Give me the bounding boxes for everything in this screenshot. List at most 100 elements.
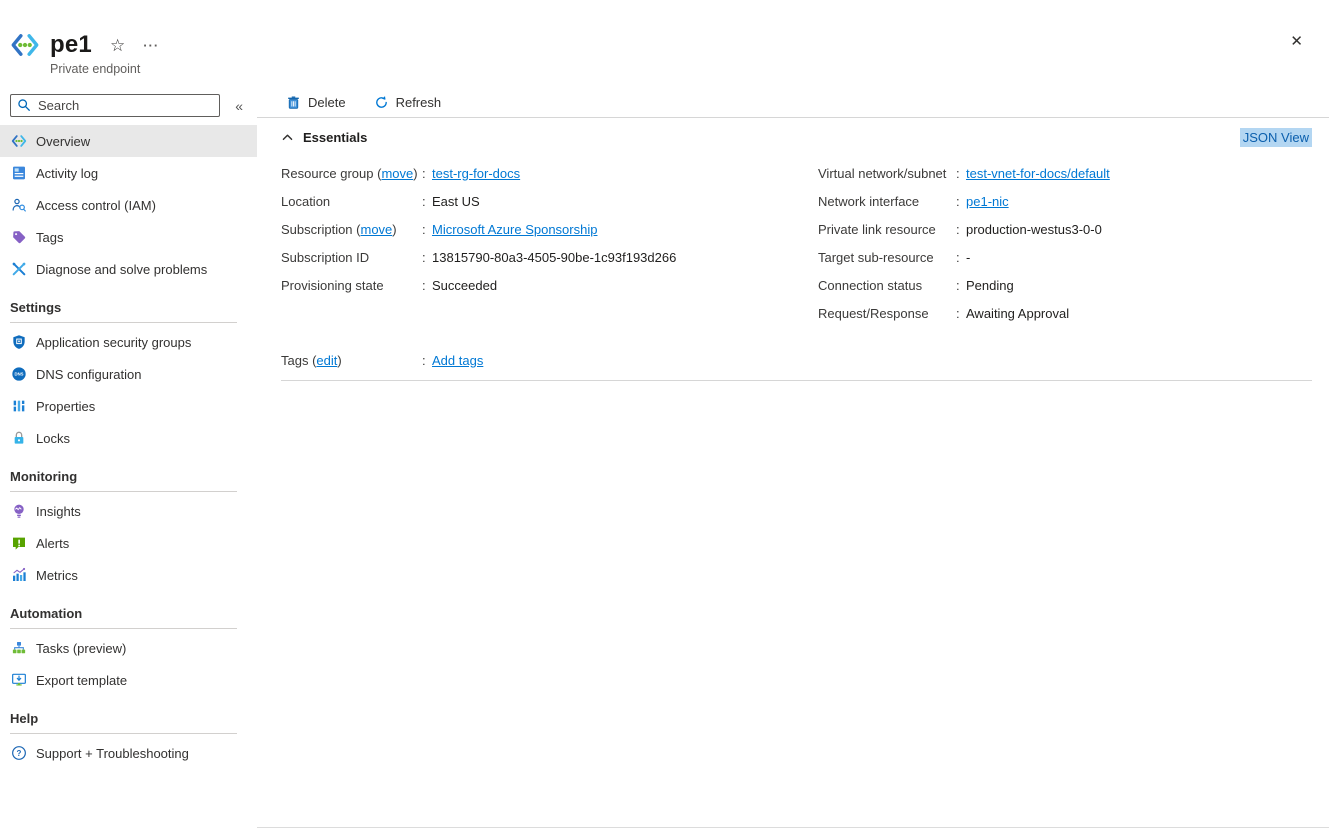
resource-menu: Overview Activity log Access control (IA… bbox=[0, 125, 257, 769]
json-view-link[interactable]: JSON View bbox=[1240, 128, 1312, 147]
sidebar-item-support-troubleshooting[interactable]: ? Support + Troubleshooting bbox=[0, 737, 257, 769]
search-input[interactable] bbox=[10, 94, 220, 117]
field-label: Subscription ( bbox=[281, 222, 360, 237]
blade-header: pe1 ☆ ··· Private endpoint ✕ bbox=[0, 0, 1329, 88]
target-sub-resource-value: - bbox=[966, 250, 970, 265]
sidebar-item-label: Insights bbox=[36, 504, 81, 519]
field-subscription: Subscription (move) : Microsoft Azure Sp… bbox=[281, 215, 818, 243]
colon: : bbox=[956, 278, 966, 293]
field-label-suffix: ) bbox=[413, 166, 417, 181]
sidebar-item-properties[interactable]: Properties bbox=[0, 390, 257, 422]
sidebar-item-overview[interactable]: Overview bbox=[0, 125, 257, 157]
sidebar-item-locks[interactable]: Locks bbox=[0, 422, 257, 454]
move-resource-group-link[interactable]: move bbox=[381, 166, 413, 181]
divider bbox=[10, 628, 237, 629]
private-endpoint-icon bbox=[11, 133, 27, 149]
subscription-link[interactable]: Microsoft Azure Sponsorship bbox=[432, 222, 597, 237]
divider bbox=[10, 491, 237, 492]
field-virtual-network-subnet: Virtual network/subnet : test-vnet-for-d… bbox=[818, 159, 1309, 187]
add-tags-link[interactable]: Add tags bbox=[432, 353, 483, 368]
command-bar: Delete Refresh bbox=[257, 88, 1329, 118]
field-resource-group: Resource group (move) : test-rg-for-docs bbox=[281, 159, 818, 187]
svg-text:?: ? bbox=[17, 749, 22, 758]
tag-icon bbox=[11, 229, 27, 245]
resource-menu-sidebar: « Overview Activity log Access control (… bbox=[0, 88, 257, 839]
alert-icon bbox=[11, 535, 27, 551]
field-location: Location : East US bbox=[281, 187, 818, 215]
location-value: East US bbox=[432, 194, 480, 209]
sidebar-item-label: Support + Troubleshooting bbox=[36, 746, 189, 761]
delete-button[interactable]: Delete bbox=[286, 95, 346, 110]
essentials-title: Essentials bbox=[303, 130, 367, 145]
network-interface-link[interactable]: pe1-nic bbox=[966, 194, 1009, 209]
sidebar-item-label: Diagnose and solve problems bbox=[36, 262, 207, 277]
sidebar-item-label: Export template bbox=[36, 673, 127, 688]
section-title-automation: Automation bbox=[0, 591, 257, 628]
sidebar-item-label: Application security groups bbox=[36, 335, 191, 350]
close-icon[interactable]: ✕ bbox=[1290, 32, 1303, 50]
resource-group-link[interactable]: test-rg-for-docs bbox=[432, 166, 520, 181]
sidebar-item-metrics[interactable]: Metrics bbox=[0, 559, 257, 591]
edit-tags-link[interactable]: edit bbox=[316, 353, 337, 368]
subscription-id-value: 13815790-80a3-4505-90be-1c93f193d266 bbox=[432, 250, 676, 265]
colon: : bbox=[422, 166, 432, 181]
field-request-response: Request/Response : Awaiting Approval bbox=[818, 299, 1309, 327]
sidebar-item-label: Tags bbox=[36, 230, 63, 245]
activity-log-icon bbox=[11, 165, 27, 181]
tasks-icon bbox=[11, 640, 27, 656]
sidebar-item-label: Locks bbox=[36, 431, 70, 446]
divider bbox=[281, 380, 1312, 381]
colon: : bbox=[956, 306, 966, 321]
sidebar-item-label: Overview bbox=[36, 134, 90, 149]
colon: : bbox=[422, 222, 432, 237]
sidebar-item-tasks-preview[interactable]: Tasks (preview) bbox=[0, 632, 257, 664]
sidebar-item-label: Access control (IAM) bbox=[36, 198, 156, 213]
colon: : bbox=[956, 194, 966, 209]
chevron-up-icon[interactable] bbox=[281, 131, 294, 144]
field-network-interface: Network interface : pe1-nic bbox=[818, 187, 1309, 215]
field-label: Request/Response bbox=[818, 306, 956, 321]
field-provisioning-state: Provisioning state : Succeeded bbox=[281, 271, 818, 299]
sidebar-item-tags[interactable]: Tags bbox=[0, 221, 257, 253]
divider bbox=[10, 322, 237, 323]
sidebar-item-export-template[interactable]: Export template bbox=[0, 664, 257, 696]
refresh-button-label: Refresh bbox=[396, 95, 442, 110]
sidebar-item-label: DNS configuration bbox=[36, 367, 142, 382]
divider bbox=[257, 827, 1329, 828]
sidebar-item-activity-log[interactable]: Activity log bbox=[0, 157, 257, 189]
vnet-subnet-link[interactable]: test-vnet-for-docs/default bbox=[966, 166, 1110, 181]
sidebar-item-alerts[interactable]: Alerts bbox=[0, 527, 257, 559]
resource-type-subtitle: Private endpoint bbox=[50, 62, 1329, 76]
section-title-settings: Settings bbox=[0, 285, 257, 322]
sidebar-item-application-security-groups[interactable]: Application security groups bbox=[0, 326, 257, 358]
question-icon: ? bbox=[11, 745, 27, 761]
divider bbox=[10, 733, 237, 734]
overview-blade: Delete Refresh Essentials JSON View Reso… bbox=[257, 88, 1329, 839]
field-label: Location bbox=[281, 194, 422, 209]
sidebar-item-insights[interactable]: Insights bbox=[0, 495, 257, 527]
connection-status-value: Pending bbox=[966, 278, 1014, 293]
sidebar-item-diagnose[interactable]: Diagnose and solve problems bbox=[0, 253, 257, 285]
colon: : bbox=[956, 222, 966, 237]
lock-icon bbox=[11, 430, 27, 446]
colon: : bbox=[956, 250, 966, 265]
more-options-icon[interactable]: ··· bbox=[143, 38, 159, 53]
sidebar-item-label: Metrics bbox=[36, 568, 78, 583]
sidebar-item-dns-configuration[interactable]: DNS DNS configuration bbox=[0, 358, 257, 390]
favorite-star-icon[interactable]: ☆ bbox=[110, 37, 125, 54]
sidebar-item-label: Tasks (preview) bbox=[36, 641, 126, 656]
field-subscription-id: Subscription ID : 13815790-80a3-4505-90b… bbox=[281, 243, 818, 271]
colon: : bbox=[422, 250, 432, 265]
refresh-icon bbox=[374, 95, 389, 110]
colon: : bbox=[422, 194, 432, 209]
field-private-link-resource: Private link resource : production-westu… bbox=[818, 215, 1309, 243]
properties-icon bbox=[11, 398, 27, 414]
move-subscription-link[interactable]: move bbox=[360, 222, 392, 237]
collapse-menu-button[interactable]: « bbox=[231, 96, 247, 116]
colon: : bbox=[422, 278, 432, 293]
export-template-icon bbox=[11, 672, 27, 688]
sidebar-item-label: Alerts bbox=[36, 536, 69, 551]
refresh-button[interactable]: Refresh bbox=[374, 95, 442, 110]
access-control-icon bbox=[11, 197, 27, 213]
sidebar-item-access-control-iam[interactable]: Access control (IAM) bbox=[0, 189, 257, 221]
